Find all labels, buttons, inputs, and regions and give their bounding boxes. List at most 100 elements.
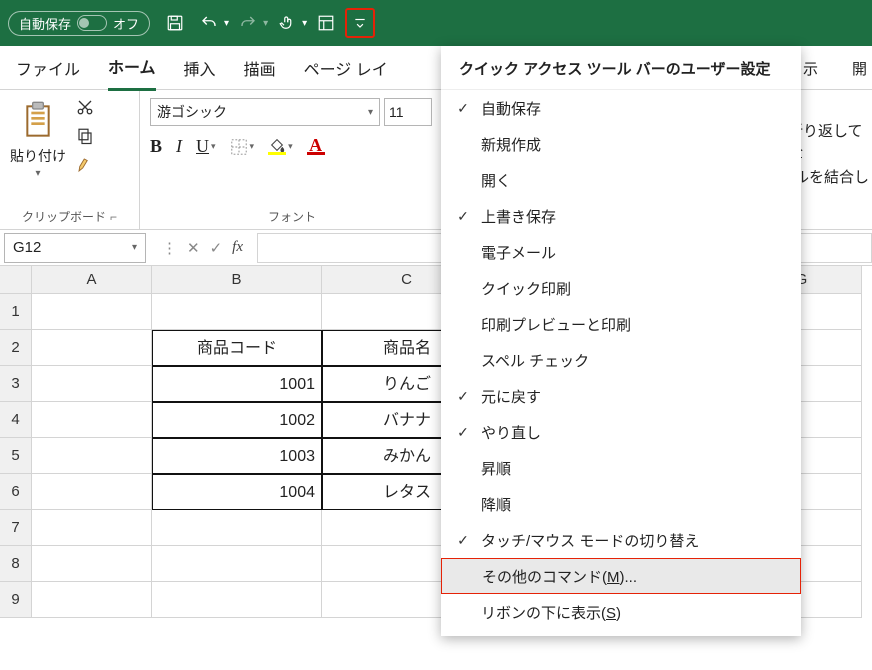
paste-button[interactable]: 貼り付け ▾ (10, 98, 66, 179)
underline-button[interactable]: U▾ (196, 136, 216, 157)
qat-menu-item-2[interactable]: 開く (441, 162, 801, 198)
check-icon: ✓ (455, 100, 471, 117)
autosave-toggle[interactable]: 自動保存 オフ (8, 11, 150, 36)
tab-page-layout[interactable]: ページ レイ (304, 46, 388, 90)
group-font: 游ゴシック▾ 11 B I U▾ ▾ (140, 90, 445, 229)
qat-menu-item-label: やり直し (481, 422, 541, 443)
qat-menu-item-0[interactable]: ✓自動保存 (441, 90, 801, 126)
qat-menu-item-12[interactable]: ✓ タッチ/マウス モードの切り替え (441, 522, 801, 558)
chevron-down-icon: ▾ (35, 168, 40, 179)
qat-menu-item-10[interactable]: 昇順 (441, 450, 801, 486)
cut-button[interactable] (76, 98, 94, 121)
form-button[interactable] (311, 8, 341, 38)
qat-menu-item-label: タッチ/マウス モードの切り替え (481, 530, 699, 551)
cell-b1[interactable] (152, 294, 322, 330)
rowhead-8[interactable]: 8 (0, 546, 32, 582)
touch-dropdown-icon[interactable]: ▾ (302, 18, 307, 29)
tab-home[interactable]: ホーム (108, 44, 156, 91)
enter-icon[interactable]: ✓ (210, 239, 223, 257)
qat-menu-item-label: 新規作成 (481, 134, 541, 155)
qat-more-commands-label: その他のコマンド(M)... (482, 566, 637, 587)
qat-menu-item-7[interactable]: スペル チェック (441, 342, 801, 378)
undo-button[interactable] (194, 8, 224, 38)
group-font-label: フォント (150, 204, 434, 225)
rowhead-5[interactable]: 5 (0, 438, 32, 474)
qat-menu-item-label: 降順 (481, 494, 511, 515)
check-icon: ✓ (455, 424, 471, 441)
qat-menu-item-label: 上書き保存 (481, 206, 556, 227)
cell-b6[interactable]: 1004 (152, 474, 322, 510)
qat-menu-item-1[interactable]: 新規作成 (441, 126, 801, 162)
tab-file[interactable]: ファイル (16, 46, 80, 90)
cell-b5[interactable]: 1003 (152, 438, 322, 474)
clipboard-icon (19, 98, 57, 144)
rowhead-7[interactable]: 7 (0, 510, 32, 546)
check-icon: ✓ (455, 388, 471, 405)
qat-show-below-label: リボンの下に表示(S) (481, 602, 621, 623)
rowhead-1[interactable]: 1 (0, 294, 32, 330)
group-clipboard-label: クリップボード ⌐ (10, 204, 129, 225)
qat-menu-item-label: 元に戻す (481, 386, 541, 407)
save-button[interactable] (160, 8, 190, 38)
qat-menu-item-label: 開く (481, 170, 511, 191)
colhead-a[interactable]: A (32, 266, 152, 294)
cancel-icon[interactable]: ✕ (187, 239, 200, 257)
paste-label: 貼り付け (10, 146, 66, 166)
redo-dropdown-icon[interactable]: ▾ (263, 18, 268, 29)
qat-menu-item-label: スペル チェック (481, 350, 589, 371)
customize-qat-button[interactable] (345, 8, 375, 38)
name-box[interactable]: G12▾ (4, 233, 146, 263)
border-button[interactable]: ▾ (230, 138, 255, 156)
tab-open-partial[interactable]: 開 (852, 58, 867, 79)
undo-dropdown-icon[interactable]: ▾ (224, 18, 229, 29)
qat-show-below-ribbon[interactable]: リボンの下に表示(S) (441, 594, 801, 630)
qat-menu-item-label: 印刷プレビューと印刷 (481, 314, 631, 335)
italic-button[interactable]: I (176, 136, 182, 157)
qat-menu-item-4[interactable]: 電子メール (441, 234, 801, 270)
check-icon: ✓ (455, 208, 471, 225)
font-size-combo[interactable]: 11 (384, 98, 432, 126)
qat-menu-title: クイック アクセス ツール バーのユーザー設定 (441, 46, 801, 90)
rowhead-6[interactable]: 6 (0, 474, 32, 510)
tab-insert[interactable]: 挿入 (184, 46, 216, 90)
rowhead-2[interactable]: 2 (0, 330, 32, 366)
title-bar: 自動保存 オフ ▾ ▾ ▾ (0, 0, 872, 46)
group-clipboard: 貼り付け ▾ クリップボード ⌐ (0, 90, 140, 229)
rowhead-4[interactable]: 4 (0, 402, 32, 438)
qat-menu-item-3[interactable]: ✓ 上書き保存 (441, 198, 801, 234)
tab-draw[interactable]: 描画 (244, 46, 276, 90)
format-painter-button[interactable] (76, 156, 94, 179)
colhead-b[interactable]: B (152, 266, 322, 294)
fx-icon[interactable]: fx (232, 239, 243, 257)
check-icon: ✓ (455, 532, 471, 549)
qat-menu-item-8[interactable]: ✓ 元に戻す (441, 378, 801, 414)
select-all-corner[interactable] (0, 266, 32, 294)
toggle-track (77, 15, 107, 31)
cell-b3[interactable]: 1001 (152, 366, 322, 402)
cell-b2[interactable]: 商品コード (152, 330, 322, 366)
tab-view-partial[interactable]: 示 (803, 58, 818, 79)
merge-partial[interactable]: ルを結合し (794, 166, 869, 187)
fill-color-button[interactable]: ▾ (268, 138, 293, 155)
copy-button[interactable] (76, 127, 94, 150)
qat-more-commands[interactable]: その他のコマンド(M)... (441, 558, 801, 594)
rowhead-9[interactable]: 9 (0, 582, 32, 618)
cell-a1[interactable] (32, 294, 152, 330)
bold-button[interactable]: B (150, 136, 162, 157)
qat-customize-menu: クイック アクセス ツール バーのユーザー設定 ✓自動保存新規作成開く ✓ 上書き保… (441, 46, 801, 636)
font-color-button[interactable]: A (307, 138, 325, 155)
dialog-launcher-icon[interactable]: ⌐ (110, 210, 117, 224)
cell-b4[interactable]: 1002 (152, 402, 322, 438)
qat-menu-item-6[interactable]: 印刷プレビューと印刷 (441, 306, 801, 342)
touch-mode-button[interactable] (272, 8, 302, 38)
autosave-state: オフ (113, 14, 139, 33)
formula-menu-icon[interactable]: ⋮ (162, 239, 177, 257)
qat-menu-item-5[interactable]: クイック印刷 (441, 270, 801, 306)
qat-menu-item-label: 電子メール (481, 242, 556, 263)
font-name-combo[interactable]: 游ゴシック▾ (150, 98, 380, 126)
redo-button[interactable] (233, 8, 263, 38)
qat-menu-item-9[interactable]: ✓ やり直し (441, 414, 801, 450)
qat-menu-item-11[interactable]: 降順 (441, 486, 801, 522)
rowhead-3[interactable]: 3 (0, 366, 32, 402)
autosave-label: 自動保存 (19, 14, 71, 33)
